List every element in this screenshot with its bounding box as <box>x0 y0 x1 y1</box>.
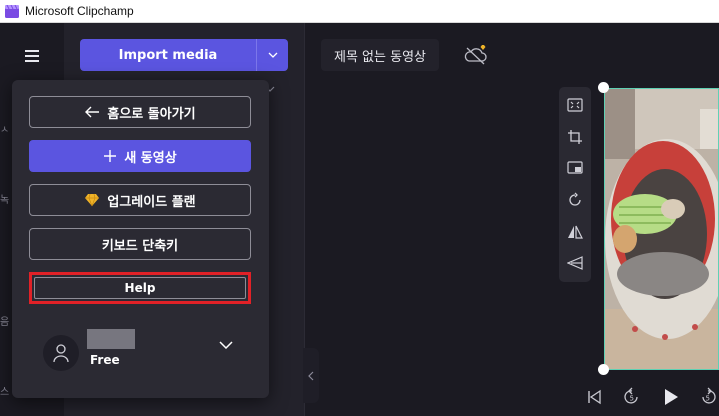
back-home-label: 홈으로 돌아가기 <box>107 106 196 122</box>
plan-label: Free <box>90 353 120 367</box>
keyboard-shortcuts-label: 키보드 단축키 <box>101 238 179 254</box>
import-options-button[interactable] <box>256 39 288 71</box>
svg-text:5: 5 <box>630 395 634 403</box>
premium-diamond-icon <box>480 45 486 50</box>
cloud-backup-button[interactable] <box>459 39 493 71</box>
account-profile[interactable]: Free <box>39 329 251 373</box>
chevron-down-icon[interactable] <box>219 341 233 349</box>
new-video-button[interactable]: 새 동영상 <box>29 140 251 172</box>
user-icon <box>53 344 69 363</box>
resize-handle[interactable] <box>598 364 609 375</box>
help-label: Help <box>124 281 156 295</box>
video-preview[interactable] <box>604 88 719 370</box>
preview-toolbar <box>559 87 591 282</box>
chevron-down-icon <box>268 52 277 58</box>
svg-text:5: 5 <box>706 395 710 403</box>
playback-controls: 5 5 <box>581 384 719 410</box>
redacted-username <box>87 329 135 349</box>
cloud-off-icon <box>464 45 487 65</box>
window-title: Microsoft Clipchamp <box>25 4 134 18</box>
avatar <box>43 335 79 371</box>
skip-start-icon[interactable] <box>581 384 607 410</box>
new-video-label: 새 동영상 <box>124 150 177 166</box>
chevron-left-icon <box>308 371 314 380</box>
hamburger-menu-icon[interactable] <box>22 47 42 65</box>
diamond-icon <box>84 193 100 207</box>
volume-icon[interactable] <box>562 250 588 276</box>
crop-icon[interactable] <box>562 124 588 150</box>
project-title[interactable]: 제목 없는 동영상 <box>321 39 439 71</box>
editor-stage: 제목 없는 동영상 <box>319 23 719 416</box>
rewind-5-icon[interactable]: 5 <box>619 384 645 410</box>
play-icon[interactable] <box>657 384 683 410</box>
window-titlebar: Microsoft Clipchamp <box>0 0 719 23</box>
collapse-panel-button[interactable] <box>303 348 319 403</box>
help-button[interactable]: Help <box>34 277 246 299</box>
main-menu-dropdown: 홈으로 돌아가기 새 동영상 업그레이드 플랜 키보드 단축키 Help Fre… <box>12 80 269 398</box>
pip-icon[interactable] <box>562 155 588 181</box>
resize-handle[interactable] <box>598 82 609 93</box>
flip-icon[interactable] <box>562 219 588 245</box>
upgrade-plan-button[interactable]: 업그레이드 플랜 <box>29 184 251 216</box>
arrow-left-icon <box>84 106 100 118</box>
back-home-button[interactable]: 홈으로 돌아가기 <box>29 96 251 128</box>
fit-icon[interactable] <box>562 92 588 118</box>
rotate-icon[interactable] <box>562 187 588 213</box>
upgrade-plan-label: 업그레이드 플랜 <box>107 194 196 210</box>
help-highlight-box: Help <box>29 272 251 304</box>
import-media-button[interactable]: Import media <box>80 39 256 71</box>
forward-5-icon[interactable]: 5 <box>695 384 719 410</box>
keyboard-shortcuts-button[interactable]: 키보드 단축키 <box>29 228 251 260</box>
plus-icon <box>103 149 117 163</box>
video-frame-image <box>605 89 718 369</box>
clipchamp-app-icon <box>5 4 19 18</box>
